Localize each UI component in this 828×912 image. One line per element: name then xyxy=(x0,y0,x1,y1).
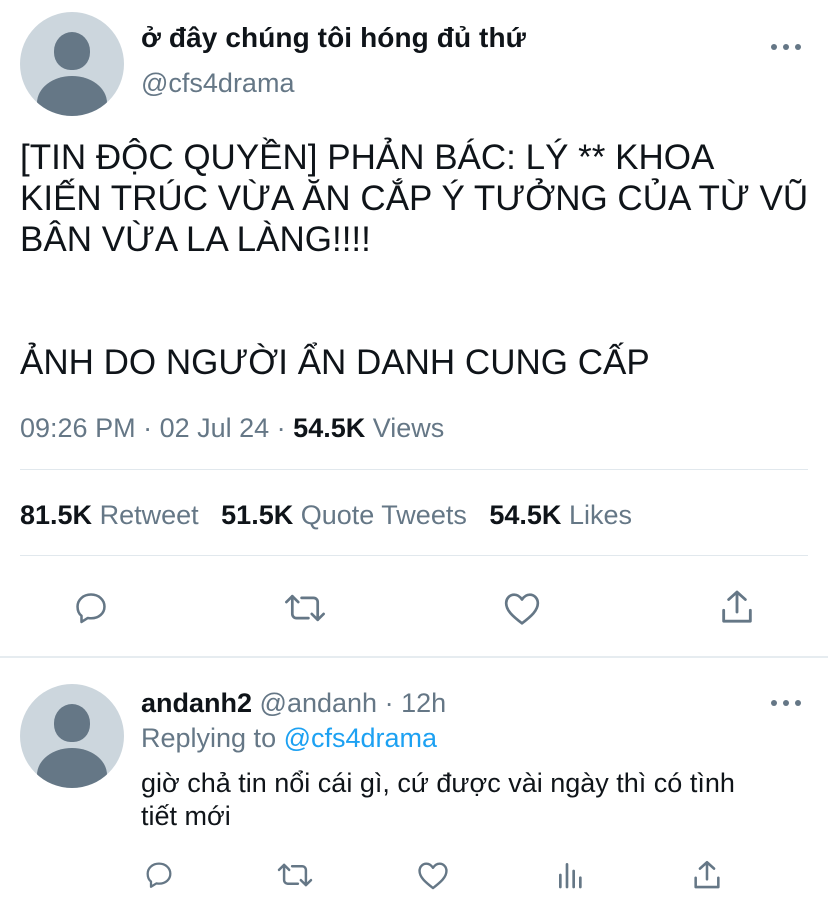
tweet-text-line: BÂN VỪA LA LÀNG!!!! xyxy=(20,220,371,259)
reply-header: andanh2 @andanh · 12h xyxy=(141,688,447,718)
reply-text-line: tiết mới xyxy=(141,801,231,831)
tweet-text: [TIN ĐỘC QUYỀN] PHẢN BÁC: LÝ ** KHOA KIẾ… xyxy=(20,137,810,383)
views-label: Views xyxy=(372,413,445,443)
tweet-text-line: ẢNH DO NGƯỜI ẨN DANH CUNG CẤP xyxy=(20,343,650,382)
replying-to: Replying to @cfs4drama xyxy=(141,723,437,754)
dot xyxy=(783,44,789,50)
reply-icon xyxy=(76,593,106,624)
like-icon xyxy=(418,862,448,890)
avatar-body xyxy=(37,76,107,116)
reply-icon xyxy=(146,862,172,888)
more-options-icon[interactable] xyxy=(771,42,801,52)
reply-reply-button[interactable] xyxy=(142,858,176,892)
like-button[interactable] xyxy=(500,588,544,628)
replying-mention[interactable]: @cfs4drama xyxy=(284,723,437,753)
reply-age: 12h xyxy=(401,688,447,718)
retweet-icon xyxy=(277,863,313,887)
avatar-body xyxy=(37,748,107,788)
reply-share-button[interactable] xyxy=(690,857,724,893)
likes-label: Likes xyxy=(568,500,632,530)
reply-retweet-button[interactable] xyxy=(276,858,314,892)
reply-more-options-icon[interactable] xyxy=(771,698,801,708)
section-divider xyxy=(0,656,828,658)
share-button[interactable] xyxy=(716,586,758,628)
quotes-label: Quote Tweets xyxy=(300,500,467,530)
retweet-icon xyxy=(285,594,325,622)
reply-analytics-button[interactable] xyxy=(555,858,587,892)
quotes-stat[interactable]: 51.5K Quote Tweets xyxy=(221,500,467,530)
reply-handle[interactable]: @andanh xyxy=(260,688,378,718)
dot xyxy=(771,44,777,50)
views-count: 54.5K xyxy=(293,413,366,443)
tweet-text-line: KIẾN TRÚC VỪA ĂN CẮP Ý TƯỞNG CỦA TỪ VŨ xyxy=(20,179,809,218)
likes-stat[interactable]: 54.5K Likes xyxy=(489,500,632,530)
reply-text-line: giờ chả tin nổi cái gì, cứ được vài ngày… xyxy=(141,768,735,798)
dot xyxy=(783,700,789,706)
tweet-meta: 09:26 PM · 02 Jul 24 · 54.5K Views xyxy=(20,413,445,443)
retweets-count: 81.5K xyxy=(20,500,93,530)
reply-text: giờ chả tin nổi cái gì, cứ được vài ngày… xyxy=(141,767,811,833)
retweets-label: Retweet xyxy=(99,500,199,530)
tweet-stats: 81.5K Retweet 51.5K Quote Tweets 54.5K L… xyxy=(20,500,632,531)
like-icon xyxy=(504,593,540,625)
tweet-text-line: [TIN ĐỘC QUYỀN] PHẢN BÁC: LÝ ** KHOA xyxy=(20,138,715,177)
quotes-count: 51.5K xyxy=(221,500,294,530)
reply-like-button[interactable] xyxy=(415,858,451,892)
replying-prefix: Replying to xyxy=(141,723,277,753)
retweet-button[interactable] xyxy=(282,588,328,628)
reply-author-avatar[interactable] xyxy=(20,684,124,788)
share-icon xyxy=(694,860,720,889)
avatar-head xyxy=(54,32,90,70)
author-display-name[interactable]: ở đây chúng tôi hóng đủ thứ xyxy=(141,22,526,54)
analytics-icon xyxy=(559,863,582,889)
likes-count: 54.5K xyxy=(489,500,562,530)
author-handle[interactable]: @cfs4drama xyxy=(141,68,294,99)
dot xyxy=(771,700,777,706)
dot xyxy=(795,44,801,50)
tweet-time[interactable]: 09:26 PM xyxy=(20,413,136,443)
retweets-stat[interactable]: 81.5K Retweet xyxy=(20,500,199,530)
avatar-head xyxy=(54,704,90,742)
reply-display-name[interactable]: andanh2 xyxy=(141,688,252,718)
divider xyxy=(20,469,808,470)
author-avatar[interactable] xyxy=(20,12,124,116)
dot xyxy=(795,700,801,706)
reply-button[interactable] xyxy=(70,588,112,628)
share-icon xyxy=(722,590,752,623)
divider xyxy=(20,555,808,556)
tweet-date[interactable]: 02 Jul 24 xyxy=(160,413,270,443)
